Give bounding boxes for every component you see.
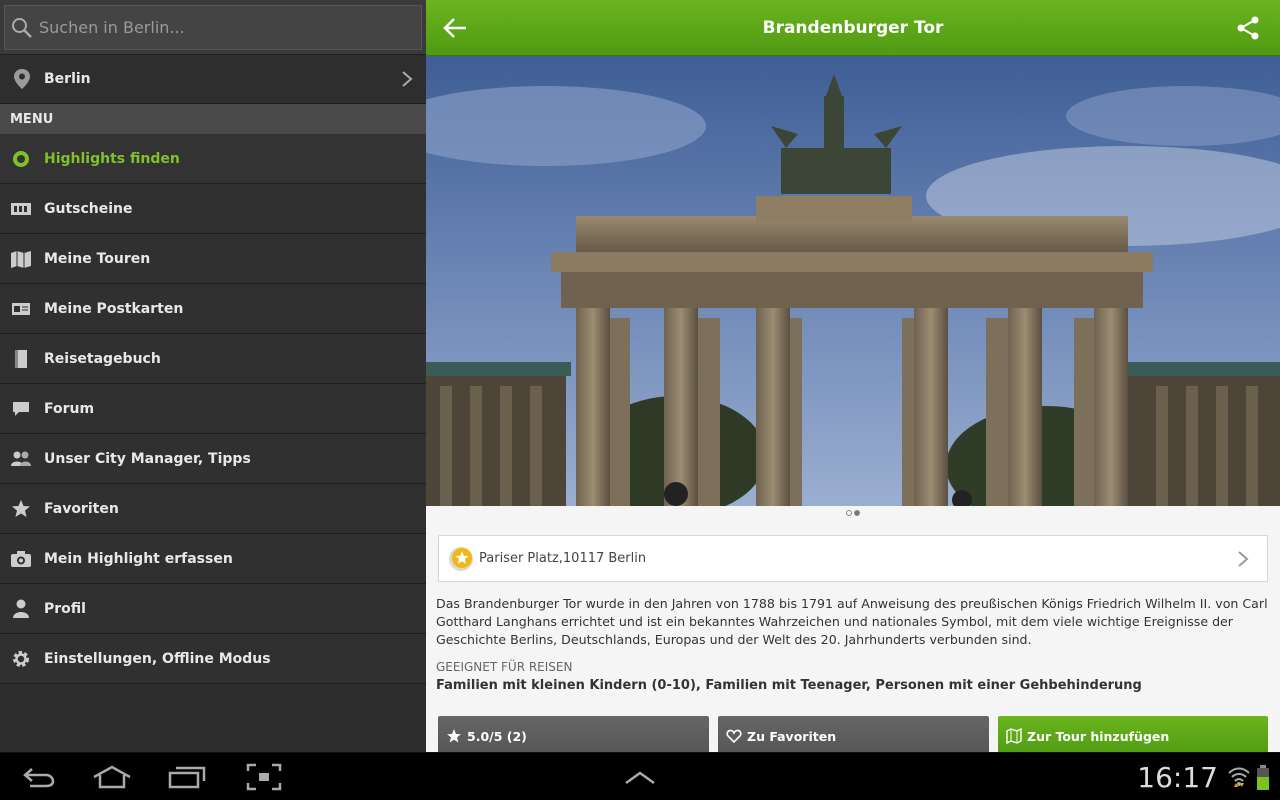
wifi-icon xyxy=(1228,767,1250,787)
people-icon xyxy=(10,448,32,470)
add-to-tour-button[interactable]: Zur Tour hinzufügen xyxy=(998,716,1268,752)
menu-item-forum[interactable]: Forum xyxy=(0,384,426,434)
city-selector[interactable]: Berlin xyxy=(0,54,426,104)
detail-panel: Brandenburger Tor Pariser Platz,10117 Be… xyxy=(426,0,1280,752)
gallery-pager xyxy=(426,510,1280,516)
menu-label: Meine Touren xyxy=(44,250,151,267)
chat-icon xyxy=(10,398,32,420)
gear-icon xyxy=(10,648,32,670)
menu-label: Forum xyxy=(44,400,95,417)
menu-label: Unser City Manager, Tipps xyxy=(44,450,251,467)
menu-label: Profil xyxy=(44,600,86,617)
menu-label: Mein Highlight erfassen xyxy=(44,550,233,567)
star-icon xyxy=(447,729,461,743)
add-favorite-button[interactable]: Zu Favoriten xyxy=(718,716,989,752)
favorite-label: Zu Favoriten xyxy=(747,728,837,744)
rating-button[interactable]: 5.0/5 (2) xyxy=(438,716,709,752)
navigation-drawer: Berlin MENU Highlights finden Gutscheine… xyxy=(0,0,426,752)
screenshot-icon[interactable] xyxy=(246,763,282,791)
person-icon xyxy=(10,598,32,620)
chevron-right-icon xyxy=(402,71,413,87)
action-bar: Brandenburger Tor xyxy=(426,0,1280,56)
menu-label: Highlights finden xyxy=(44,150,180,167)
location-pin-icon xyxy=(14,69,30,89)
menu-item-einstellungen[interactable]: Einstellungen, Offline Modus xyxy=(0,634,426,684)
camera-icon xyxy=(10,548,32,570)
menu-item-profil[interactable]: Profil xyxy=(0,584,426,634)
menu-item-postkarten[interactable]: Meine Postkarten xyxy=(0,284,426,334)
menu-header: MENU xyxy=(0,104,426,134)
menu-item-reisetagebuch[interactable]: Reisetagebuch xyxy=(0,334,426,384)
menu-item-gutscheine[interactable]: Gutscheine xyxy=(0,184,426,234)
highlight-star-badge-icon xyxy=(449,546,473,571)
menu-item-highlights[interactable]: Highlights finden xyxy=(0,134,426,184)
map-icon xyxy=(10,248,32,270)
recent-apps-nav-icon[interactable] xyxy=(168,765,206,789)
menu-item-city-manager[interactable]: Unser City Manager, Tipps xyxy=(0,434,426,484)
search-box[interactable] xyxy=(4,5,422,50)
chevron-up-icon[interactable] xyxy=(624,769,656,785)
suitable-heading: GEEIGNET FÜR REISEN xyxy=(436,660,573,674)
target-icon xyxy=(10,148,32,170)
page-title: Brandenburger Tor xyxy=(762,18,944,38)
tour-label: Zur Tour hinzufügen xyxy=(1027,728,1170,744)
menu-label: Reisetagebuch xyxy=(44,350,161,367)
ticket-icon xyxy=(10,198,32,220)
menu-item-highlight-erfassen[interactable]: Mein Highlight erfassen xyxy=(0,534,426,584)
menu-label: Favoriten xyxy=(44,500,119,517)
menu-label: Einstellungen, Offline Modus xyxy=(44,650,271,667)
suitable-value: Familien mit kleinen Kindern (0-10), Fam… xyxy=(436,678,1142,693)
search-row xyxy=(0,0,426,54)
map-icon xyxy=(1006,728,1022,744)
menu-item-favoriten[interactable]: Favoriten xyxy=(0,484,426,534)
share-icon[interactable] xyxy=(1236,16,1260,40)
address-card[interactable]: Pariser Platz,10117 Berlin xyxy=(438,535,1268,582)
city-label: Berlin xyxy=(44,71,91,87)
postcard-icon xyxy=(10,298,32,320)
pager-dot-active xyxy=(854,510,860,516)
rating-label: 5.0/5 (2) xyxy=(467,728,527,744)
back-nav-icon[interactable] xyxy=(22,765,56,789)
menu-item-touren[interactable]: Meine Touren xyxy=(0,234,426,284)
book-icon xyxy=(10,348,32,370)
search-icon xyxy=(12,17,32,38)
landmark-photo[interactable] xyxy=(426,56,1280,506)
address-text: Pariser Platz,10117 Berlin xyxy=(479,551,647,566)
search-input[interactable] xyxy=(39,18,409,37)
description-text: Das Brandenburger Tor wurde in den Jahre… xyxy=(436,596,1268,647)
heart-icon xyxy=(726,729,742,744)
menu-label: Gutscheine xyxy=(44,200,133,217)
menu-label: Meine Postkarten xyxy=(44,300,184,317)
chevron-right-icon xyxy=(1238,550,1249,567)
status-clock: 16:17 xyxy=(1137,761,1218,794)
system-navigation-bar: 16:17 xyxy=(0,752,1280,800)
home-nav-icon[interactable] xyxy=(92,765,132,789)
pager-dot xyxy=(846,510,852,516)
battery-icon xyxy=(1257,765,1269,790)
star-icon xyxy=(10,498,32,520)
